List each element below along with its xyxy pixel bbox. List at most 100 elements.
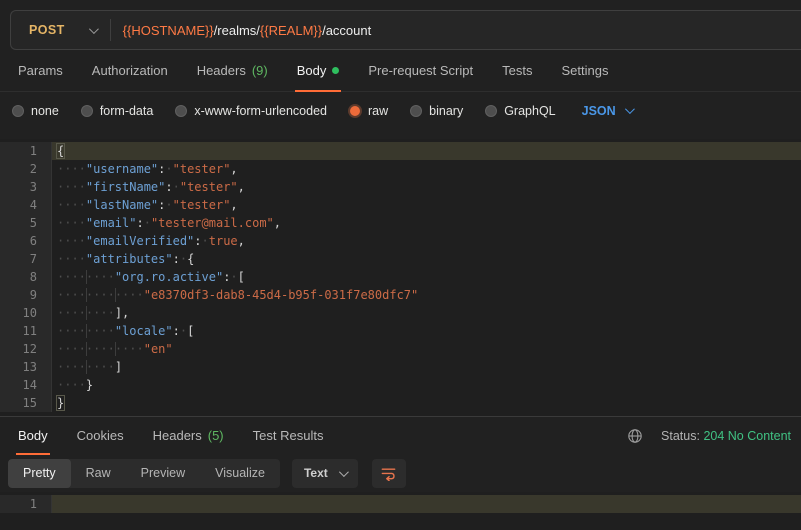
code-line: 13········]: [0, 358, 801, 376]
body-type-binary[interactable]: binary: [410, 104, 463, 118]
code-content: ····"firstName":·"tester",: [52, 178, 801, 196]
body-type-raw[interactable]: raw: [349, 104, 388, 118]
request-body-editor[interactable]: 1{2····"username":·"tester",3····"firstN…: [0, 139, 801, 416]
token-punc: :: [136, 216, 143, 230]
tab-authorization[interactable]: Authorization: [82, 50, 178, 91]
whitespace-dots: ·: [180, 324, 187, 338]
tab-params[interactable]: Params: [8, 50, 73, 91]
tab-tests[interactable]: Tests: [492, 50, 542, 91]
view-mode-pretty[interactable]: Pretty: [8, 459, 71, 488]
whitespace-dots: ·: [173, 180, 180, 194]
token-punc: [: [187, 324, 194, 338]
token-punc: ,: [274, 216, 281, 230]
view-mode-visualize[interactable]: Visualize: [200, 459, 280, 488]
raw-language-select[interactable]: JSON: [582, 104, 632, 118]
response-toolbar: PrettyRawPreviewVisualize Text: [0, 454, 801, 492]
tab-label: Body: [18, 428, 48, 443]
radio-label: binary: [429, 104, 463, 118]
token-key: "org.ro.active": [115, 270, 223, 284]
whitespace-dots: ····: [57, 180, 86, 194]
line-number: 2: [0, 160, 52, 178]
method-label: POST: [29, 23, 65, 37]
radio-label: GraphQL: [504, 104, 555, 118]
token-punc: {: [187, 252, 194, 266]
body-type-x-www-form-urlencoded[interactable]: x-www-form-urlencoded: [175, 104, 327, 118]
radio-icon: [485, 105, 497, 117]
tab-label: Tests: [502, 63, 532, 78]
token-brace: {: [57, 144, 64, 158]
body-type-none[interactable]: none: [12, 104, 59, 118]
body-type-form-data[interactable]: form-data: [81, 104, 154, 118]
token-key: "email": [86, 216, 137, 230]
token-punc: ,: [230, 162, 237, 176]
method-selector[interactable]: POST: [11, 11, 110, 49]
tab-body[interactable]: Body: [287, 50, 350, 91]
unsaved-dot: [332, 67, 339, 74]
code-line: 11········"locale":·[: [0, 322, 801, 340]
line-number: 3: [0, 178, 52, 196]
code-line: 3····"firstName":·"tester",: [0, 178, 801, 196]
whitespace-dots: ····: [57, 234, 86, 248]
response-tab-cookies[interactable]: Cookies: [67, 417, 134, 454]
code-content: ············"en": [52, 340, 801, 358]
response-header: BodyCookiesHeaders(5)Test Results Status…: [0, 417, 801, 454]
request-tabs: Params Authorization Headers(9)BodyPre-req…: [0, 50, 801, 92]
whitespace-dots: ····: [86, 270, 115, 284]
code-content: ····"username":·"tester",: [52, 160, 801, 178]
token-punc: :: [194, 234, 201, 248]
code-line: 7····"attributes":·{: [0, 250, 801, 268]
tab-headers[interactable]: Headers(9): [187, 50, 278, 91]
tab-settings[interactable]: Settings: [551, 50, 618, 91]
chevron-down-icon: [339, 467, 349, 477]
line-number: 13: [0, 358, 52, 376]
tab-pre-request-script[interactable]: Pre-request Script: [358, 50, 483, 91]
response-editor-lines: 1: [0, 492, 801, 513]
url-text: /realms/: [214, 23, 260, 38]
response-tab-body[interactable]: Body: [8, 417, 58, 454]
globe-icon: [627, 428, 643, 444]
token-punc: ]: [115, 360, 122, 374]
code-line: 14····}: [0, 376, 801, 394]
token-key: "username": [86, 162, 158, 176]
format-select[interactable]: Text: [292, 459, 358, 488]
view-mode-preview[interactable]: Preview: [126, 459, 200, 488]
token-punc: ,: [238, 180, 245, 194]
code-content: }: [52, 394, 801, 412]
code-content: ········]: [52, 358, 801, 376]
line-number: 8: [0, 268, 52, 286]
format-label: Text: [304, 466, 328, 480]
token-punc: ,: [230, 198, 237, 212]
response-tab-test-results[interactable]: Test Results: [243, 417, 334, 454]
body-type-graphql[interactable]: GraphQL: [485, 104, 555, 118]
whitespace-dots: ····: [57, 252, 86, 266]
token-str: "e8370df3-dab8-45d4-b95f-031f7e80dfc7": [144, 288, 419, 302]
view-mode-raw[interactable]: Raw: [71, 459, 126, 488]
code-line: 12············"en": [0, 340, 801, 358]
url-bar: POST {{HOSTNAME}}/realms/{{REALM}}/accou…: [0, 0, 801, 50]
response-tab-headers[interactable]: Headers(5): [143, 417, 234, 454]
tab-label: Params: [18, 63, 63, 78]
code-content: ····"email":·"tester@mail.com",: [52, 214, 801, 232]
whitespace-dots: ····: [57, 360, 86, 374]
token-punc: :: [173, 324, 180, 338]
tab-label: Headers: [153, 428, 202, 443]
wrap-lines-button[interactable]: [372, 459, 406, 488]
whitespace-dots: ·: [144, 216, 151, 230]
line-number: 1: [0, 495, 52, 513]
whitespace-dots: ····: [115, 342, 144, 356]
url-input[interactable]: {{HOSTNAME}}/realms/{{REALM}}/account: [111, 11, 801, 49]
code-content: ····"lastName":·"tester",: [52, 196, 801, 214]
radio-icon: [410, 105, 422, 117]
line-number: 11: [0, 322, 52, 340]
code-content: ········"locale":·[: [52, 322, 801, 340]
whitespace-dots: ····: [57, 270, 86, 284]
whitespace-dots: ····: [86, 306, 115, 320]
code-line: 1: [0, 495, 801, 513]
tab-label: Authorization: [92, 63, 168, 78]
whitespace-dots: ····: [57, 288, 86, 302]
line-number: 15: [0, 394, 52, 412]
response-body-editor[interactable]: 1: [0, 492, 801, 530]
token-punc: ,: [238, 234, 245, 248]
chevron-down-icon: [89, 24, 99, 34]
code-content: {: [52, 142, 801, 160]
